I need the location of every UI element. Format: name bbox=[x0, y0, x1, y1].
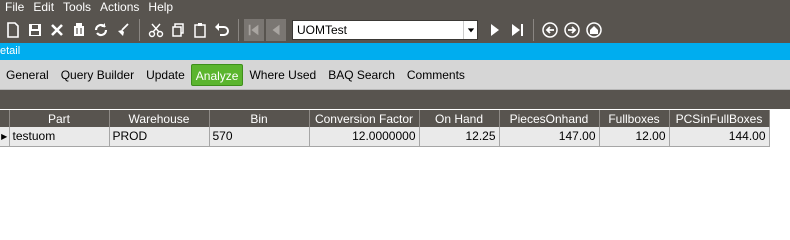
home-icon[interactable] bbox=[583, 18, 605, 42]
cell-on-hand[interactable]: 12.25 bbox=[419, 127, 500, 147]
column-header-on-hand[interactable]: On Hand bbox=[419, 110, 500, 127]
toolbar-separator bbox=[238, 18, 239, 41]
menu-file[interactable]: File bbox=[0, 0, 28, 14]
row-selector-icon[interactable]: ▶ bbox=[0, 127, 10, 147]
chevron-down-icon[interactable] bbox=[463, 20, 477, 39]
row-selector-header bbox=[0, 110, 10, 127]
new-icon[interactable] bbox=[2, 18, 24, 42]
cell-fullboxes[interactable]: 12.00 bbox=[599, 127, 670, 147]
next-record-icon[interactable] bbox=[484, 18, 506, 42]
undo-icon[interactable] bbox=[211, 18, 233, 42]
table-row[interactable]: ▶ testuom PROD 570 12.0000000 12.25 147.… bbox=[0, 127, 770, 147]
tab-update[interactable]: Update bbox=[140, 64, 191, 86]
toolbar: UOMTest bbox=[0, 14, 790, 45]
window-title-bar: etail bbox=[0, 43, 790, 60]
prev-record-icon[interactable] bbox=[266, 18, 286, 41]
clear-broom-icon[interactable] bbox=[112, 18, 134, 42]
results-grid: Part Warehouse Bin Conversion Factor On … bbox=[0, 110, 770, 147]
key-combo-value[interactable]: UOMTest bbox=[293, 23, 463, 37]
refresh-icon[interactable] bbox=[90, 18, 112, 42]
delete-icon[interactable] bbox=[46, 18, 68, 42]
column-header-part[interactable]: Part bbox=[9, 110, 110, 127]
column-header-conversion-factor[interactable]: Conversion Factor bbox=[309, 110, 420, 127]
toolbar-separator bbox=[139, 18, 140, 41]
tab-comments[interactable]: Comments bbox=[401, 64, 471, 86]
menu-actions[interactable]: Actions bbox=[95, 0, 143, 14]
forward-icon[interactable] bbox=[561, 18, 583, 42]
cell-pcs-in-full-boxes[interactable]: 144.00 bbox=[669, 127, 770, 147]
tab-baq-search[interactable]: BAQ Search bbox=[322, 64, 401, 86]
key-combo[interactable]: UOMTest bbox=[292, 19, 478, 40]
column-header-bin[interactable]: Bin bbox=[209, 110, 310, 127]
column-header-pieces-onhand[interactable]: PiecesOnhand bbox=[499, 110, 600, 127]
column-header-fullboxes[interactable]: Fullboxes bbox=[599, 110, 670, 127]
toolbar-separator bbox=[533, 18, 534, 41]
tab-analyze[interactable]: Analyze bbox=[190, 64, 244, 86]
back-icon[interactable] bbox=[539, 18, 561, 42]
column-header-warehouse[interactable]: Warehouse bbox=[109, 110, 210, 127]
last-record-icon[interactable] bbox=[506, 18, 528, 42]
cell-part[interactable]: testuom bbox=[9, 127, 110, 147]
copy-icon[interactable] bbox=[167, 18, 189, 42]
grid-header-row: Part Warehouse Bin Conversion Factor On … bbox=[0, 110, 770, 127]
paste-icon[interactable] bbox=[189, 18, 211, 42]
clear-icon[interactable] bbox=[68, 18, 90, 42]
cut-icon[interactable] bbox=[145, 18, 167, 42]
cell-pieces-onhand[interactable]: 147.00 bbox=[499, 127, 600, 147]
column-header-pcs-in-full-boxes[interactable]: PCSinFullBoxes bbox=[669, 110, 770, 127]
tab-where-used[interactable]: Where Used bbox=[243, 64, 322, 86]
menu-bar: File Edit Tools Actions Help bbox=[0, 0, 790, 14]
menu-edit[interactable]: Edit bbox=[28, 0, 58, 14]
menu-tools[interactable]: Tools bbox=[58, 0, 95, 14]
menu-help[interactable]: Help bbox=[143, 0, 177, 14]
cell-warehouse[interactable]: PROD bbox=[109, 127, 210, 147]
window-title: etail bbox=[0, 45, 21, 57]
cell-bin[interactable]: 570 bbox=[209, 127, 310, 147]
first-record-icon[interactable] bbox=[244, 18, 264, 41]
cell-conversion-factor[interactable]: 12.0000000 bbox=[309, 127, 420, 147]
grid-group-band bbox=[0, 90, 790, 109]
save-icon[interactable] bbox=[24, 18, 46, 42]
tab-general[interactable]: General bbox=[0, 64, 55, 86]
tab-query-builder[interactable]: Query Builder bbox=[55, 64, 140, 86]
tab-list: General Query Builder Update Analyze Whe… bbox=[0, 63, 471, 87]
